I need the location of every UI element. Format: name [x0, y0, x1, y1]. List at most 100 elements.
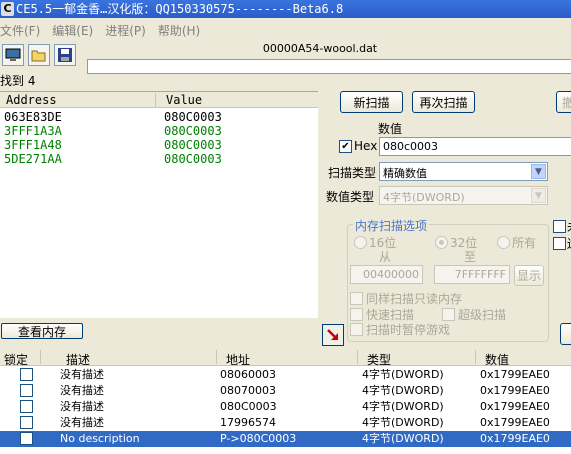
cheat-table-row[interactable]: 没有描述 080C0003 4字节(DWORD) 0x1799EAE0 — [0, 399, 571, 415]
fast-scan-checkbox[interactable] — [350, 308, 363, 321]
hex-label: Hex — [354, 139, 378, 153]
cheat-table-header: 锁定 描述 地址 类型 数值 — [0, 349, 571, 368]
cheat-table-row[interactable]: 没有描述 08060003 4字节(DWORD) 0x1799EAE0 — [0, 367, 571, 383]
address-cell: 5DE271AA — [4, 152, 62, 166]
radio-all-label: 所有 — [512, 236, 537, 250]
window-title: CE5.5一郁金香…汉化版：QQ150330575--------Beta6.8 — [16, 2, 344, 16]
right-option-label-1: 未 — [567, 218, 571, 235]
right-extra-button[interactable] — [560, 323, 571, 345]
description-cell: 没有描述 — [60, 400, 104, 413]
to-label: 至 — [464, 250, 477, 264]
menu-help[interactable]: 帮助(H) — [158, 22, 212, 39]
folder-open-icon — [31, 50, 46, 62]
menu-file[interactable]: 文件(F) — [0, 22, 52, 39]
description-cell: 没有描述 — [60, 416, 104, 429]
lock-checkbox[interactable] — [20, 432, 33, 445]
scan-type-select[interactable]: 精确数值 ▼ — [379, 162, 548, 181]
address-row[interactable]: 063E83DE 080C0003 — [0, 110, 318, 124]
readonly-memory-label: 同样扫描只读内存 — [366, 292, 463, 306]
title-bar: CE5.5一郁金香…汉化版：QQ150330575--------Beta6.8 — [0, 0, 571, 18]
radio-all[interactable] — [497, 236, 510, 249]
menu-process[interactable]: 进程(P) — [105, 22, 158, 39]
type-cell: 4字节(DWORD) — [362, 416, 444, 429]
to-address-input[interactable]: 7FFFFFFF — [434, 265, 510, 284]
value-column-header[interactable]: 数值 — [485, 351, 509, 368]
scan-type-value: 精确数值 — [383, 167, 427, 180]
value-cell: 080C0003 — [164, 110, 222, 124]
readonly-memory-checkbox[interactable] — [350, 292, 363, 305]
address-cell: 3FFF1A3A — [4, 124, 62, 138]
address-cell: 08060003 — [220, 368, 276, 381]
value-type-select[interactable]: 4字节(DWORD) ▼ — [379, 186, 548, 205]
address-row[interactable]: 5DE271AA 080C0003 — [0, 152, 318, 166]
super-scan-checkbox[interactable] — [442, 308, 455, 321]
description-cell: 没有描述 — [60, 384, 104, 397]
app-icon: C — [1, 2, 14, 16]
right-option-checkbox-2[interactable] — [553, 237, 566, 250]
scan-type-label: 扫描类型 — [328, 166, 377, 180]
right-option-label-2: 遗 — [567, 235, 571, 252]
address-cell: 063E83DE — [4, 110, 62, 124]
type-cell: 4字节(DWORD) — [362, 432, 444, 445]
value-cell: 0x1799EAE0 — [480, 368, 550, 381]
scan-value-input[interactable]: 080c0003 — [379, 137, 571, 156]
type-cell: 4字节(DWORD) — [362, 384, 444, 397]
scan-progress-bar — [87, 59, 571, 74]
value-cell: 0x1799EAE0 — [480, 416, 550, 429]
address-cell: 17996574 — [220, 416, 276, 429]
address-row[interactable]: 3FFF1A48 080C0003 — [0, 138, 318, 152]
cheat-table-row[interactable]: 没有描述 17996574 4字节(DWORD) 0x1799EAE0 — [0, 415, 571, 431]
menu-bar: 文件(F) 编辑(E) 进程(P) 帮助(H) — [0, 20, 571, 40]
address-cell: 08070003 — [220, 384, 276, 397]
add-to-list-button[interactable] — [322, 324, 344, 346]
type-cell: 4字节(DWORD) — [362, 400, 444, 413]
new-scan-button[interactable]: 新扫描 — [340, 91, 403, 113]
address-row[interactable]: 3FFF1A3A 080C0003 — [0, 124, 318, 138]
address-cell: P->080C0003 — [220, 432, 297, 445]
next-scan-button[interactable]: 再次扫描 — [412, 91, 475, 113]
hex-checkbox[interactable]: ✔ — [339, 140, 352, 153]
value-cell: 080C0003 — [164, 124, 222, 138]
address-cell: 080C0003 — [220, 400, 277, 413]
arrow-down-right-icon — [327, 329, 338, 340]
lock-checkbox[interactable] — [20, 400, 33, 413]
found-count: 找到 4 — [0, 74, 36, 88]
undo-scan-button[interactable]: 撤 — [556, 91, 571, 113]
cheat-table-row[interactable]: No description P->080C0003 4字节(DWORD) 0x179… — [0, 431, 571, 447]
open-process-button[interactable] — [2, 44, 24, 66]
menu-edit[interactable]: 编辑(E) — [52, 22, 105, 39]
from-address-input[interactable]: 00400000 — [350, 265, 423, 284]
right-option-checkbox-1[interactable] — [553, 220, 566, 233]
address-column-header[interactable]: Address — [6, 93, 57, 107]
type-cell: 4字节(DWORD) — [362, 368, 444, 381]
lock-checkbox[interactable] — [20, 368, 33, 381]
super-scan-label: 超级扫描 — [458, 308, 507, 322]
save-button[interactable] — [54, 44, 76, 66]
show-range-button[interactable]: 显示 — [514, 265, 544, 286]
chevron-down-icon: ▼ — [531, 188, 546, 203]
lock-checkbox[interactable] — [20, 384, 33, 397]
radio-16bit[interactable] — [354, 236, 367, 249]
lock-column-header[interactable]: 锁定 — [4, 351, 28, 368]
process-filename: 00000A54-woool.dat — [262, 42, 378, 55]
floppy-disk-icon — [58, 48, 72, 62]
radio-32bit[interactable] — [435, 236, 448, 249]
description-cell: 没有描述 — [60, 368, 104, 381]
chevron-down-icon: ▼ — [531, 164, 546, 179]
pause-game-checkbox[interactable] — [350, 323, 363, 336]
value-column-header[interactable]: Value — [166, 93, 202, 107]
description-column-header[interactable]: 描述 — [66, 351, 90, 368]
value-cell: 0x1799EAE0 — [480, 400, 550, 413]
value-type-label: 数值类型 — [326, 190, 375, 204]
value-cell: 0x1799EAE0 — [480, 384, 550, 397]
lock-checkbox[interactable] — [20, 416, 33, 429]
value-cell: 0x1799EAE0 — [480, 432, 550, 445]
view-memory-button[interactable]: 查看内存 — [1, 323, 83, 339]
memory-scan-options-title: 内存扫描选项 — [353, 217, 430, 234]
cheat-table-row[interactable]: 没有描述 08070003 4字节(DWORD) 0x1799EAE0 — [0, 383, 571, 399]
from-label: 从 — [379, 250, 392, 264]
address-column-header[interactable]: 地址 — [226, 351, 250, 368]
type-column-header[interactable]: 类型 — [367, 351, 391, 368]
open-file-button[interactable] — [28, 44, 50, 66]
description-cell: No description — [60, 432, 140, 445]
